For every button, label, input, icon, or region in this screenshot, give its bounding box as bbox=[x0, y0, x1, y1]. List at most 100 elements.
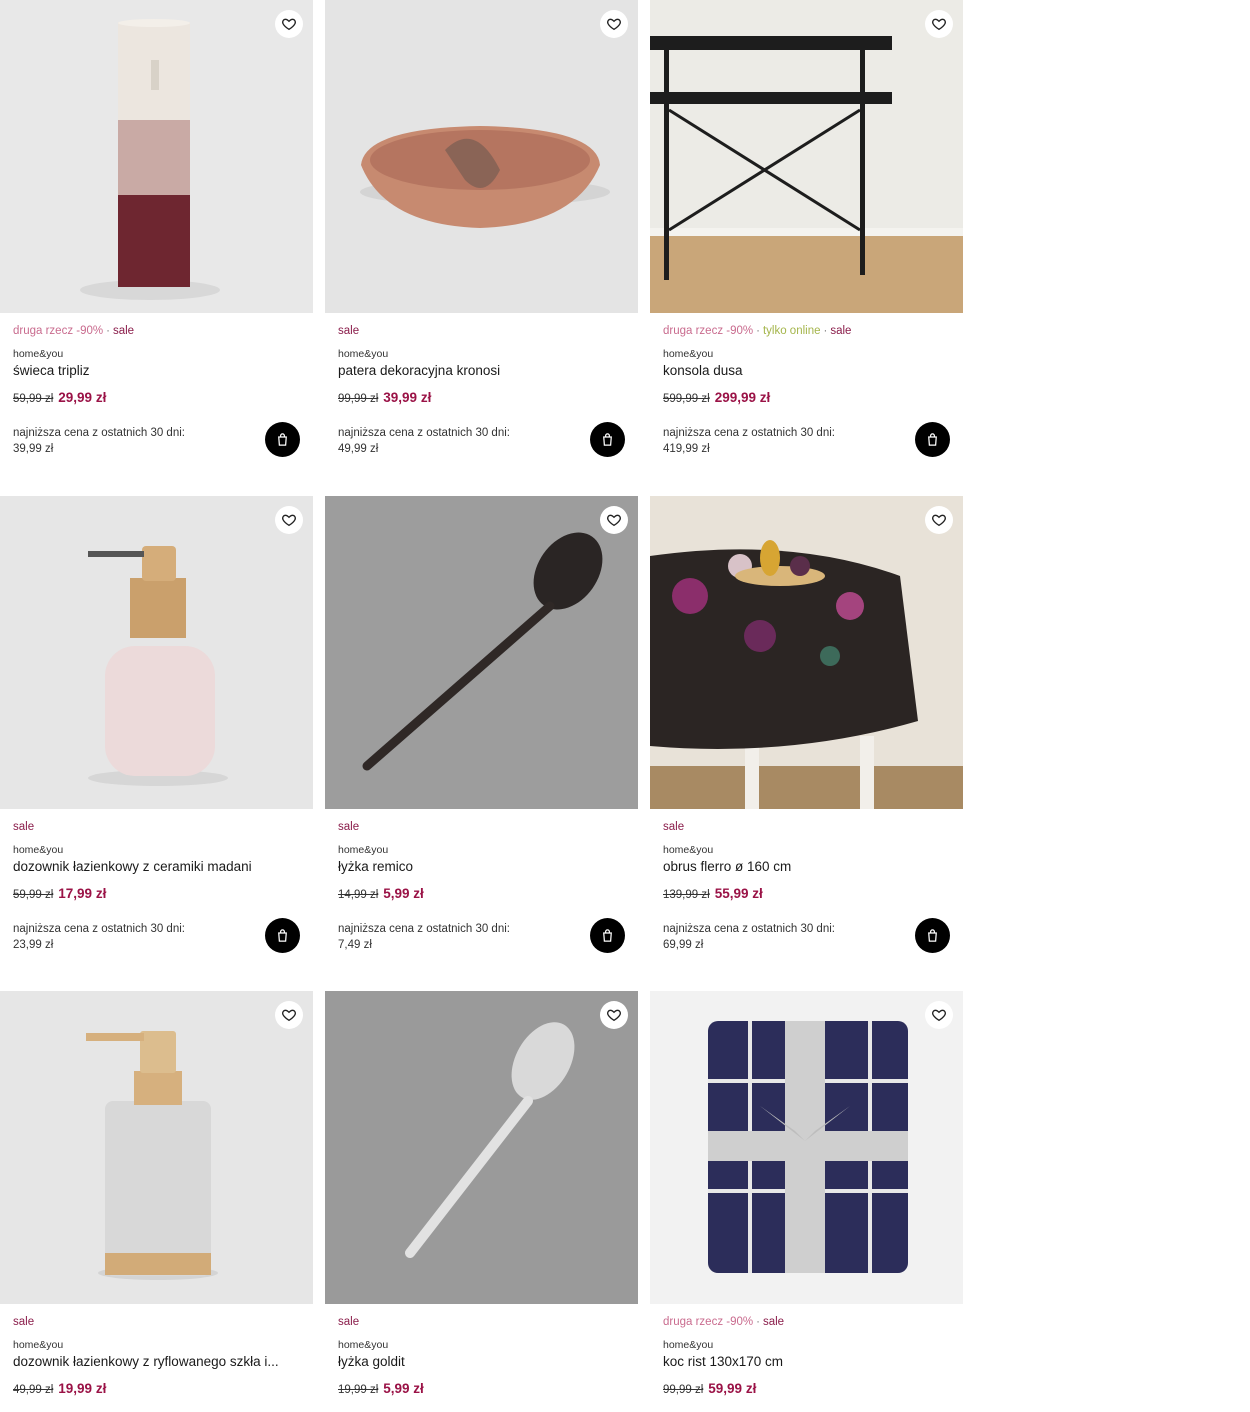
tag-separator: · bbox=[106, 325, 110, 337]
product-name[interactable]: dozownik łazienkowy z ceramiki madani bbox=[13, 859, 252, 874]
sale-tag: sale bbox=[13, 1316, 35, 1328]
product-name[interactable]: obrus flerro ø 160 cm bbox=[663, 859, 791, 874]
product-tags: sale bbox=[663, 821, 684, 833]
product-tags: druga rzecz -90% · tylko online · sale bbox=[663, 325, 851, 337]
new-price: 5,99 zł bbox=[383, 1381, 424, 1396]
add-to-cart-button[interactable] bbox=[265, 918, 300, 953]
product-brand: home&you bbox=[338, 348, 389, 360]
favorite-button[interactable] bbox=[925, 506, 953, 534]
product-name[interactable]: świeca tripliz bbox=[13, 363, 90, 378]
product-brand: home&you bbox=[338, 1339, 389, 1351]
heart-outline-icon bbox=[607, 18, 621, 31]
product-tags: druga rzecz -90% · sale bbox=[13, 325, 134, 337]
product-prices: 59,99 zł 29,99 zł bbox=[13, 389, 106, 407]
sale-tag: sale bbox=[338, 821, 360, 833]
new-price: 55,99 zł bbox=[714, 886, 763, 901]
product-name[interactable]: patera dekoracyjna kronosi bbox=[338, 363, 500, 378]
old-price: 59,99 zł bbox=[13, 393, 54, 405]
add-to-cart-button[interactable] bbox=[915, 422, 950, 457]
sale-tag: sale bbox=[663, 821, 685, 833]
product-image-glass-dispenser[interactable] bbox=[0, 991, 313, 1304]
shopping-bag-icon bbox=[928, 929, 937, 942]
shopping-bag-icon bbox=[603, 433, 612, 446]
product-image-spoon-goldit[interactable] bbox=[325, 991, 638, 1304]
sale-tag: sale bbox=[338, 325, 360, 337]
add-to-cart-button[interactable] bbox=[590, 422, 625, 457]
lowest-price-value: 39,99 zł bbox=[13, 443, 54, 455]
favorite-button[interactable] bbox=[275, 10, 303, 38]
product-name[interactable]: łyżka goldit bbox=[338, 1354, 405, 1369]
product-image-candle[interactable] bbox=[0, 0, 313, 313]
heart-outline-icon bbox=[282, 514, 296, 527]
sale-tag: sale bbox=[762, 1316, 785, 1328]
sale-tag: sale bbox=[13, 821, 35, 833]
tag-separator: · bbox=[756, 1316, 760, 1328]
product-tags: sale bbox=[13, 821, 34, 833]
product-name[interactable]: łyżka remico bbox=[338, 859, 413, 874]
product-image-bowl[interactable] bbox=[325, 0, 638, 313]
lowest-price-info: najniższa cena z ostatnich 30 dni: 69,99 … bbox=[663, 921, 883, 953]
old-price: 14,99 zł bbox=[338, 889, 379, 901]
product-name[interactable]: koc rist 130x170 cm bbox=[663, 1354, 783, 1369]
add-to-cart-button[interactable] bbox=[265, 422, 300, 457]
favorite-button[interactable] bbox=[600, 10, 628, 38]
old-price: 49,99 zł bbox=[13, 1384, 54, 1396]
old-price: 99,99 zł bbox=[663, 1384, 704, 1396]
heart-outline-icon bbox=[607, 1009, 621, 1022]
product-image-blanket[interactable] bbox=[650, 991, 963, 1304]
heart-outline-icon bbox=[607, 514, 621, 527]
product-prices: 99,99 zł 39,99 zł bbox=[338, 389, 431, 407]
favorite-button[interactable] bbox=[925, 10, 953, 38]
heart-outline-icon bbox=[282, 18, 296, 31]
lowest-price-info: najniższa cena z ostatnich 30 dni: 23,99 … bbox=[13, 921, 233, 953]
old-price: 59,99 zł bbox=[13, 889, 54, 901]
product-brand: home&you bbox=[663, 348, 714, 360]
product-brand: home&you bbox=[13, 1339, 64, 1351]
lowest-price-info: najniższa cena z ostatnich 30 dni: 39,99 … bbox=[13, 425, 233, 457]
product-brand: home&you bbox=[338, 844, 389, 856]
product-prices: 59,99 zł 17,99 zł bbox=[13, 885, 106, 903]
sale-tag: sale bbox=[830, 325, 852, 337]
product-name[interactable]: dozownik łazienkowy z ryflowanego szkła … bbox=[13, 1354, 279, 1369]
new-price: 299,99 zł bbox=[714, 390, 771, 405]
lowest-price-label: najniższa cena z ostatnich 30 dni: bbox=[338, 427, 510, 439]
new-price: 19,99 zł bbox=[58, 1381, 107, 1396]
new-price: 5,99 zł bbox=[383, 886, 424, 901]
product-prices: 14,99 zł 5,99 zł bbox=[338, 885, 424, 903]
product-image-tablecloth[interactable] bbox=[650, 496, 963, 809]
product-prices: 19,99 zł 5,99 zł bbox=[338, 1380, 424, 1398]
sale-tag: sale bbox=[112, 325, 135, 337]
sale-tag: sale bbox=[338, 1316, 360, 1328]
lowest-price-info: najniższa cena z ostatnich 30 dni: 7,49 z… bbox=[338, 921, 558, 953]
lowest-price-value: 49,99 zł bbox=[338, 443, 379, 455]
product-image-console[interactable] bbox=[650, 0, 963, 313]
add-to-cart-button[interactable] bbox=[590, 918, 625, 953]
favorite-button[interactable] bbox=[600, 506, 628, 534]
shopping-bag-icon bbox=[603, 929, 612, 942]
new-price: 29,99 zł bbox=[58, 390, 107, 405]
old-price: 99,99 zł bbox=[338, 393, 379, 405]
product-image-ceramic-dispenser[interactable] bbox=[0, 496, 313, 809]
lowest-price-value: 419,99 zł bbox=[663, 443, 710, 455]
promo-tag: druga rzecz -90% bbox=[13, 325, 104, 337]
shopping-bag-icon bbox=[278, 433, 287, 446]
favorite-button[interactable] bbox=[275, 506, 303, 534]
favorite-button[interactable] bbox=[275, 1001, 303, 1029]
old-price: 139,99 zł bbox=[663, 889, 710, 901]
product-prices: 99,99 zł 59,99 zł bbox=[663, 1380, 756, 1398]
lowest-price-info: najniższa cena z ostatnich 30 dni: 419,99… bbox=[663, 425, 883, 457]
lowest-price-label: najniższa cena z ostatnich 30 dni: bbox=[663, 427, 835, 439]
product-tags: sale bbox=[338, 325, 359, 337]
new-price: 17,99 zł bbox=[58, 886, 107, 901]
add-to-cart-button[interactable] bbox=[915, 918, 950, 953]
favorite-button[interactable] bbox=[600, 1001, 628, 1029]
product-image-spoon-remico[interactable] bbox=[325, 496, 638, 809]
heart-outline-icon bbox=[932, 514, 946, 527]
tag-separator: · bbox=[756, 325, 760, 337]
heart-outline-icon bbox=[932, 1009, 946, 1022]
product-name[interactable]: konsola dusa bbox=[663, 363, 743, 378]
favorite-button[interactable] bbox=[925, 1001, 953, 1029]
heart-outline-icon bbox=[932, 18, 946, 31]
lowest-price-label: najniższa cena z ostatnich 30 dni: bbox=[338, 923, 510, 935]
product-tags: druga rzecz -90% · sale bbox=[663, 1316, 784, 1328]
